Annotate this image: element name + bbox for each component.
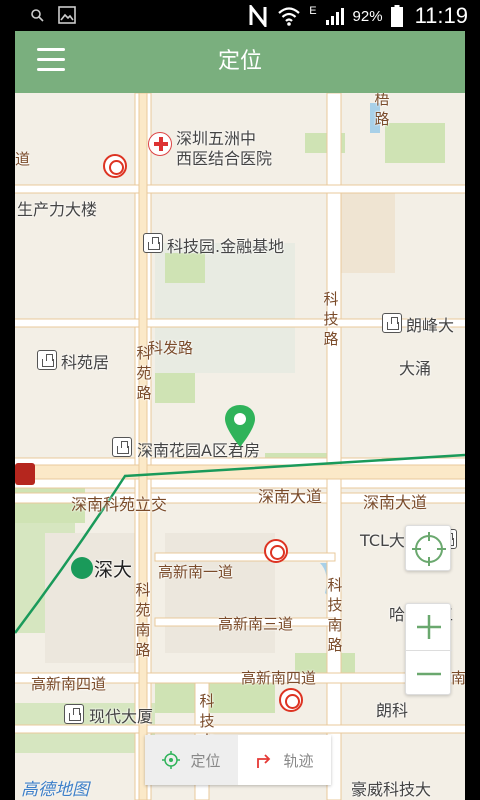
locate-button[interactable] [405, 525, 451, 571]
map-label-road-partial: 道 [15, 150, 31, 168]
map-label-keji-jinrong: 科技园.金融基地 [167, 237, 285, 256]
page-title: 定位 [217, 49, 262, 74]
track-arrow-icon [257, 754, 271, 768]
map-label-gaoxin-nan4-right: 高新南四道 [241, 669, 317, 687]
battery-percent: 92% [352, 7, 383, 25]
map-label-haowei: 豪威科技大 [351, 780, 432, 799]
location-marker-icon[interactable] [225, 405, 255, 447]
tab-locate[interactable]: 定位 [145, 735, 238, 785]
zoom-out-button[interactable] [406, 650, 452, 696]
map-label-dayong: 大涌 [399, 359, 432, 378]
image-icon [58, 6, 76, 24]
map-label-shennan-avenue-1: 深南大道 [258, 487, 323, 506]
map-label-gaoxin-nan3: 高新南三道 [218, 615, 294, 633]
metro-icon[interactable] [264, 539, 288, 563]
tab-locate-label: 定位 [190, 751, 221, 770]
map-label-kefa-road: 科发路 [148, 339, 194, 357]
zoom-control [405, 603, 452, 696]
battery-icon [390, 5, 403, 27]
crosshair-icon [412, 532, 446, 566]
search-icon [31, 9, 44, 22]
map-label-shenda: 深大 [94, 559, 133, 581]
network-type: E [309, 5, 317, 17]
clock: 11:19 [414, 3, 468, 28]
map-label-gaoxin-nan4-left: 高新南四道 [31, 675, 107, 693]
bottom-tab-bar: 定位 轨迹 [145, 735, 331, 785]
building-icon[interactable] [112, 437, 132, 457]
status-bar: E 92% 11:19 [0, 0, 480, 31]
metro-station-icon[interactable] [71, 557, 93, 579]
map-label-keyuanju: 科苑居 [61, 353, 110, 372]
map-label-shennan-keyuan: 深南科苑立交 [71, 495, 168, 514]
locate-icon [162, 751, 181, 769]
building-icon[interactable] [382, 313, 402, 333]
metro-icon[interactable] [279, 688, 303, 712]
building-icon[interactable] [143, 233, 163, 253]
map-label-shengchanli: 生产力大楼 [17, 200, 98, 219]
amap-logo: 高德地图 [21, 780, 89, 800]
hamburger-menu-icon[interactable] [37, 48, 65, 74]
map-label-keyuan-road: 科苑路 [136, 344, 152, 402]
minus-icon [417, 672, 441, 676]
map-label-keji-nan-road: 科技南路 [327, 576, 343, 654]
nfc-icon [249, 5, 267, 27]
map-label-langfeng: 朗峰大 [406, 316, 455, 335]
metro-icon[interactable] [103, 154, 127, 178]
signal-icon [325, 8, 344, 25]
map-label-langke: 朗科 [376, 701, 409, 720]
zoom-in-button[interactable] [406, 604, 452, 650]
tab-track[interactable]: 轨迹 [238, 735, 331, 785]
map-label-hospital-2: 西医结合医院 [176, 149, 273, 168]
map-label-shennan-avenue-2: 深南大道 [363, 493, 428, 512]
plus-icon [417, 615, 441, 639]
map-label-gaoxin-nan1: 高新南一道 [158, 563, 234, 581]
map-label-xiandai: 现代大厦 [89, 707, 154, 726]
map-view[interactable]: 深圳五洲中 西医结合医院 道 生产力大楼 科技园.金融基地 朗峰大 科苑居 科发… [15, 93, 465, 800]
hospital-icon[interactable] [148, 132, 172, 156]
building-icon[interactable] [64, 704, 84, 724]
toolbar: 定位 [15, 31, 465, 93]
tab-track-label: 轨迹 [283, 751, 314, 770]
map-label-wutong: 梧路 [374, 93, 390, 128]
app-window: 定位 深圳五洲中 西医结合医院 道 生产力大楼 科技园.金融基地 朗峰大 科苑居… [15, 31, 465, 800]
building-icon[interactable] [37, 350, 57, 370]
map-label-keji-road: 科技路 [323, 290, 339, 348]
kfc-icon[interactable] [15, 463, 35, 485]
map-label-keyuan-nan-road: 科苑南路 [135, 581, 151, 659]
map-label-nan-edge: 南 [451, 669, 465, 687]
wifi-icon [278, 7, 300, 26]
